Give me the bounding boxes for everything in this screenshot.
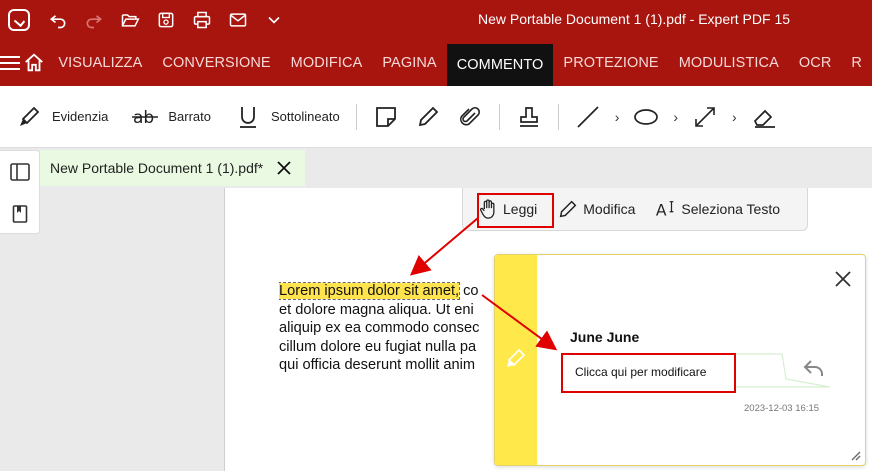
redo-icon (86, 15, 103, 29)
tab-protezione[interactable]: PROTEZIONE (553, 40, 668, 86)
comment-toolbar: Evidenzia ab Barrato Sottolineato › › › (0, 86, 872, 148)
measure-more-chevron-icon[interactable]: › (726, 109, 743, 125)
toolbar-divider (498, 103, 500, 130)
printer-icon (193, 11, 211, 29)
home-icon (25, 53, 44, 72)
toolbar-divider (355, 103, 357, 130)
bookmarks-button[interactable] (0, 193, 40, 235)
app-logo-icon (8, 9, 30, 31)
home-button[interactable] (20, 40, 48, 86)
comment-edit-field[interactable]: Clicca qui per modificare (561, 353, 736, 393)
text-line-1-rest: co (459, 283, 479, 299)
highlighter-icon (507, 348, 526, 367)
undo-button[interactable] (40, 6, 76, 34)
document-tab-label: New Portable Document 1 (1).pdf* (50, 160, 264, 176)
document-tab[interactable]: New Portable Document 1 (1).pdf* (40, 150, 305, 186)
save-icon (158, 12, 174, 28)
shape-more-chevron-icon[interactable]: › (667, 109, 684, 125)
tab-modulistica[interactable]: MODULISTICA (669, 40, 789, 86)
menu-button[interactable] (0, 40, 21, 86)
ribbon-tabs: VISUALIZZA CONVERSIONE MODIFICA PAGINA C… (0, 40, 872, 86)
close-icon (277, 161, 291, 175)
ellipse-icon (634, 108, 659, 125)
tab-pagina[interactable]: PAGINA (372, 40, 446, 86)
strikethrough-button[interactable]: ab Barrato (124, 97, 219, 137)
underline-icon (240, 106, 257, 128)
quick-access-toolbar (40, 6, 292, 34)
comment-timestamp: 2023-12-03 16:15 (744, 403, 820, 414)
eraser-icon (753, 109, 775, 128)
side-panel-rail (0, 150, 40, 234)
svg-text:A: A (656, 201, 667, 219)
bookmark-icon (12, 205, 28, 223)
eraser-button[interactable] (743, 97, 785, 137)
strikethrough-label: Barrato (168, 109, 212, 124)
close-document-button[interactable] (275, 159, 293, 177)
highlighter-icon (20, 106, 40, 126)
sticky-note-button[interactable] (365, 97, 407, 137)
chevron-down-icon (268, 16, 280, 24)
toggle-panel-button[interactable] (0, 151, 40, 193)
comment-color-stripe (495, 255, 537, 465)
attach-file-button[interactable] (449, 97, 491, 137)
tab-conversione[interactable]: CONVERSIONE (152, 40, 280, 86)
email-button[interactable] (220, 6, 256, 34)
svg-text:ab: ab (133, 108, 154, 128)
line-button[interactable] (567, 97, 609, 137)
print-button[interactable] (184, 6, 220, 34)
select-text-mode-button[interactable]: A Seleziona Testo (655, 198, 780, 220)
window-title: New Portable Document 1 (1).pdf - Expert… (478, 11, 791, 27)
underline-label: Sottolineato (271, 109, 340, 124)
tab-visualizza[interactable]: VISUALIZZA (48, 40, 152, 86)
line-icon (577, 105, 599, 128)
highlight-label: Evidenzia (52, 109, 109, 124)
measure-button[interactable] (684, 97, 726, 137)
tab-more[interactable]: R (841, 40, 872, 86)
sidebar-panel-icon (10, 163, 30, 181)
resize-grip-icon[interactable] (849, 449, 861, 461)
save-button[interactable] (148, 6, 184, 34)
folder-open-icon (121, 14, 140, 27)
sticky-note-icon (375, 106, 396, 127)
tab-commento[interactable]: COMMENTO (446, 44, 554, 86)
underline-button[interactable]: Sottolineato (227, 97, 348, 137)
edit-mode-label: Modifica (583, 201, 636, 217)
mail-icon (229, 13, 247, 27)
highlight-annotation[interactable]: Lorem ipsum dolor sit amet, (279, 282, 461, 300)
stamp-icon (519, 106, 538, 127)
tab-ocr[interactable]: OCR (789, 40, 842, 86)
reply-icon[interactable] (803, 359, 825, 377)
text-cursor-icon: A (656, 201, 674, 219)
tab-modifica[interactable]: MODIFICA (281, 40, 373, 86)
pencil-icon (418, 106, 438, 126)
edit-mode-button[interactable]: Modifica (557, 198, 635, 220)
close-icon[interactable] (833, 269, 853, 289)
ellipse-button[interactable] (625, 97, 667, 137)
stamp-button[interactable] (508, 97, 550, 137)
comment-popup[interactable]: June June Clicca qui per modificare 2023… (494, 254, 866, 466)
customize-quick-access-button[interactable] (256, 6, 292, 34)
pencil-button[interactable] (407, 97, 449, 137)
comment-author: June June (570, 329, 640, 345)
select-text-mode-label: Seleziona Testo (681, 201, 780, 217)
open-button[interactable] (112, 6, 148, 34)
read-mode-callout-box (477, 193, 554, 228)
undo-icon (49, 15, 66, 29)
paperclip-icon (459, 106, 480, 125)
redo-button[interactable] (76, 6, 112, 34)
highlight-button[interactable]: Evidenzia (0, 97, 116, 137)
title-bar: New Portable Document 1 (1).pdf - Expert… (0, 0, 872, 40)
line-more-chevron-icon[interactable]: › (609, 109, 626, 125)
pencil-icon (559, 200, 577, 218)
strikethrough-icon: ab (132, 108, 159, 128)
toolbar-divider (557, 103, 559, 130)
measure-arrow-icon (695, 106, 715, 127)
hamburger-icon (0, 56, 21, 70)
